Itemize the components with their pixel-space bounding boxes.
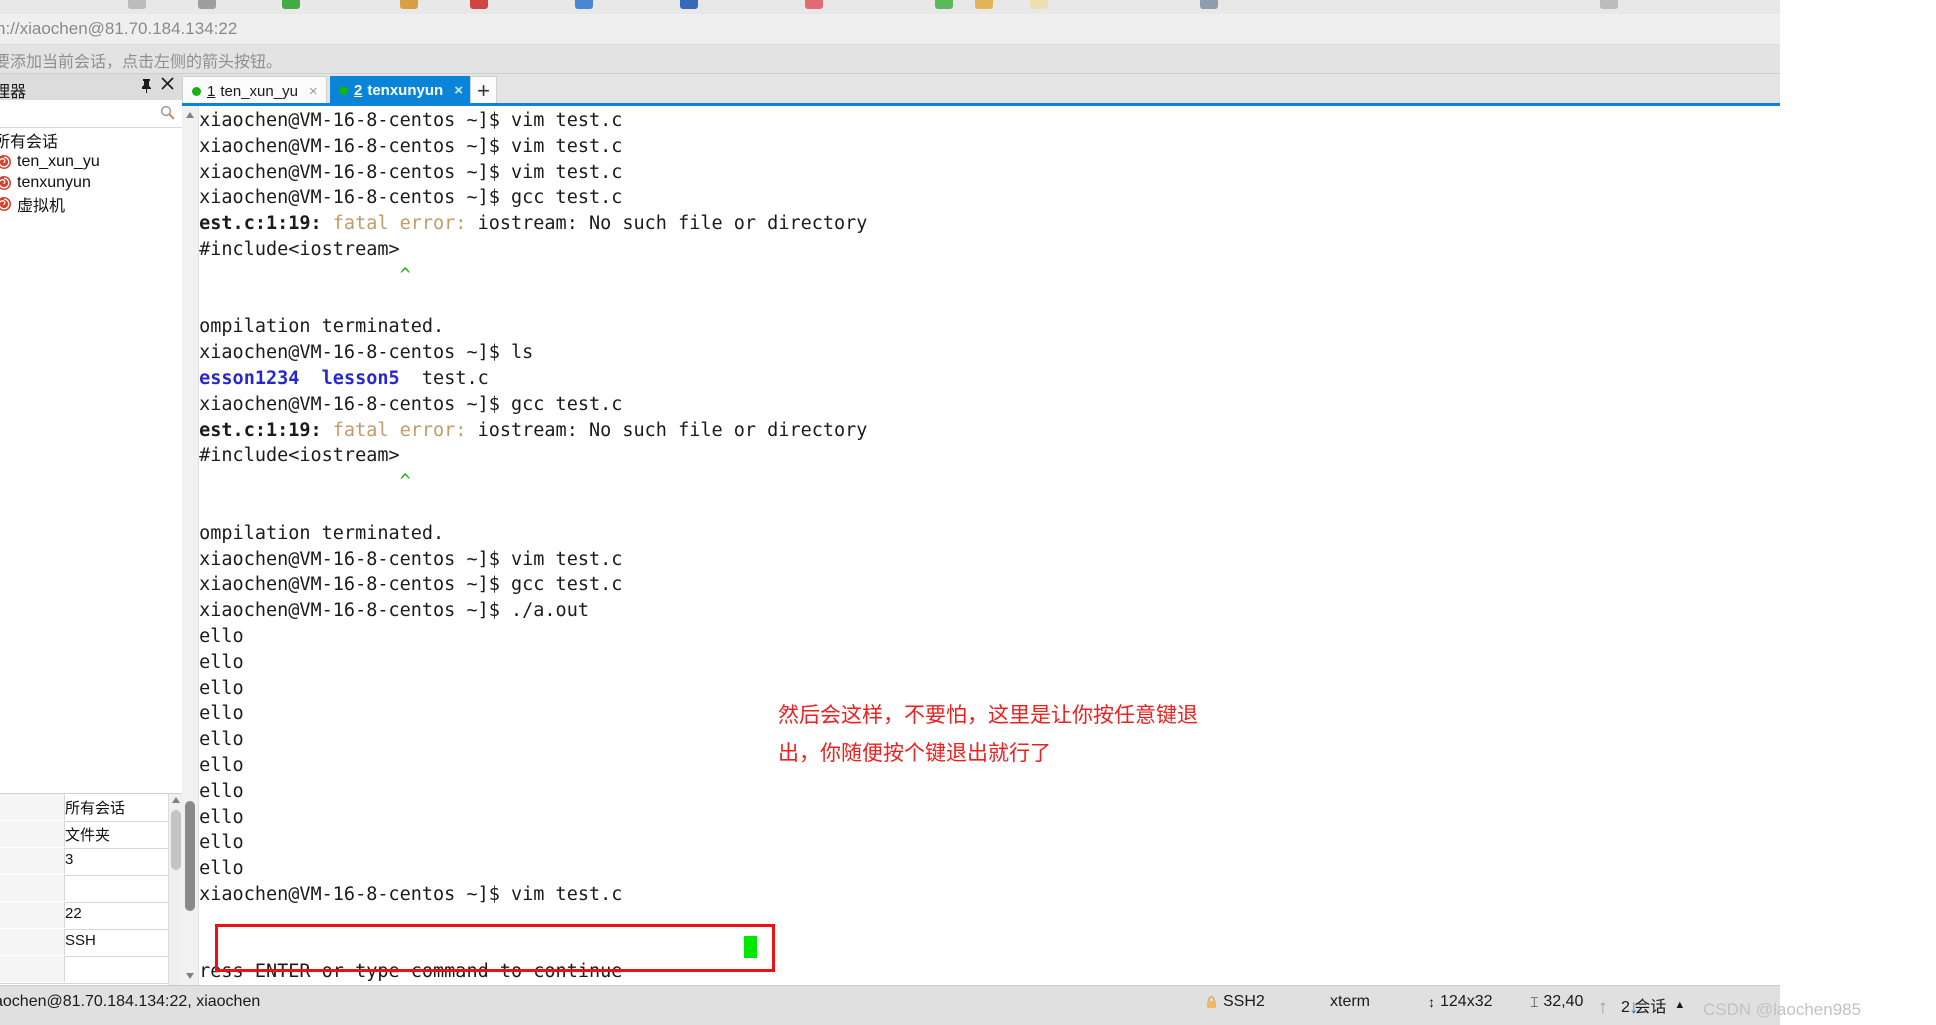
tab-ten_xun_yu[interactable]: 1 ten_xun_yu × <box>182 76 327 105</box>
toolbar-icon[interactable] <box>198 0 216 9</box>
watermark: CSDN @laochen985 <box>1703 1000 1862 1019</box>
terminal-output[interactable]: [xiaochen@VM-16-8-centos ~]$ vim test.c … <box>182 106 1780 985</box>
sidebar-item-label: 虚拟机 <box>17 197 66 215</box>
toolbar-icon[interactable] <box>935 0 953 9</box>
tab-label: tenxunyun <box>367 82 444 99</box>
status-dot-icon <box>339 86 348 95</box>
toolbar-icon[interactable] <box>975 0 993 9</box>
property-value: 22 <box>65 905 82 922</box>
property-value: 所有会话 <box>65 800 126 817</box>
sidebar-item-label: tenxunyun <box>17 173 91 191</box>
arrow-up-icon[interactable]: ↑ <box>1598 997 1608 1019</box>
session-manager-header: 理器 <box>0 74 182 101</box>
status-size-label: 124x32 <box>1440 993 1493 1010</box>
main-toolbar[interactable] <box>0 0 1780 14</box>
status-session-count-label: 2 会话 <box>1621 999 1667 1016</box>
toolbar-icon[interactable] <box>128 0 146 9</box>
status-size: ↕ 124x32 <box>1428 993 1493 1011</box>
property-key <box>0 848 65 874</box>
tab-number: 1 <box>207 82 216 100</box>
session-icon <box>0 154 12 170</box>
sidebar-item-label: ten_xun_yu <box>17 152 100 170</box>
close-icon[interactable] <box>161 77 174 95</box>
address-bar[interactable]: h://xiaochen@81.70.184.134:22 <box>0 14 1780 45</box>
scrollbar-thumb[interactable] <box>171 810 181 870</box>
chevron-up-icon[interactable]: ▲ <box>1674 999 1685 1011</box>
property-key <box>0 929 65 955</box>
sidebar-item-virtual-machine[interactable]: 虚拟机 <box>0 193 66 215</box>
table-row[interactable] <box>0 956 182 984</box>
arrow-down-icon[interactable]: ↓ <box>1629 997 1639 1019</box>
session-icon <box>0 196 12 212</box>
scroll-up-icon[interactable] <box>172 797 180 803</box>
property-value: 3 <box>65 851 74 868</box>
annotation-note: 然后会这样，不要怕，这里是让你按任意键退 出，你随便按个键退出就行了 <box>778 697 1398 773</box>
session-icon <box>0 175 12 191</box>
table-row[interactable] <box>0 875 182 903</box>
property-value: SSH <box>65 932 96 949</box>
tab-label: ten_xun_yu <box>220 82 298 100</box>
tab-close-icon[interactable]: × <box>454 82 463 99</box>
status-protocol-label: SSH2 <box>1223 993 1265 1010</box>
annotation-line-2: 出，你随便按个键退出就行了 <box>778 742 1051 765</box>
hint-text: 要添加当前会话，点击左侧的箭头按钮。 <box>0 54 283 71</box>
toolbar-icon[interactable] <box>282 0 300 9</box>
position-icon: ⌶ <box>1530 993 1539 1010</box>
scrollbar-thumb[interactable] <box>185 801 195 911</box>
session-properties-grid: 所有会话文件夹 3 22 SSH <box>0 793 183 986</box>
tab-tenxunyun[interactable]: 2 tenxunyun × <box>330 76 471 105</box>
tab-number: 2 <box>354 82 363 99</box>
toolbar-icon[interactable] <box>1030 0 1048 9</box>
terminal-scrollbar[interactable] <box>182 106 199 985</box>
hint-bar: 要添加当前会话，点击左侧的箭头按钮。 <box>0 45 1780 74</box>
table-row[interactable]: 文件夹 <box>0 821 182 849</box>
tree-root-label: 所有会话 <box>0 134 59 151</box>
status-protocol: SSH2 <box>1206 993 1265 1011</box>
annotation-line-1: 然后会这样，不要怕，这里是让你按任意键退 <box>778 704 1198 727</box>
tab-close-icon[interactable]: × <box>309 83 318 100</box>
address-text: h://xiaochen@81.70.184.134:22 <box>0 19 238 38</box>
toolbar-icon[interactable] <box>400 0 418 9</box>
status-cursor-position: ⌶ 32,40 <box>1530 993 1583 1011</box>
table-row[interactable]: SSH <box>0 929 182 957</box>
status-position-label: 32,40 <box>1543 993 1584 1010</box>
toolbar-icon[interactable] <box>1200 0 1218 9</box>
session-tree[interactable]: 所有会话 ten_xun_yu tenxunyun 虚拟机 <box>0 128 182 793</box>
toolbar-icon[interactable] <box>1600 0 1618 9</box>
toolbar-icon[interactable] <box>805 0 823 9</box>
table-row[interactable]: 3 <box>0 848 182 876</box>
toolbar-icon[interactable] <box>680 0 698 9</box>
securecrt-window: h://xiaochen@81.70.184.134:22 要添加当前会话，点击… <box>0 0 1780 1025</box>
annotation-highlight-box <box>215 924 775 972</box>
scroll-down-icon[interactable] <box>186 973 194 979</box>
search-icon <box>160 105 175 120</box>
terminal-cursor <box>744 936 757 958</box>
property-key <box>0 875 65 901</box>
session-manager-title: 理器 <box>0 84 27 101</box>
table-row[interactable]: 22 <box>0 902 182 930</box>
property-key <box>0 956 65 982</box>
scroll-up-icon[interactable] <box>186 112 194 118</box>
toolbar-icon[interactable] <box>470 0 488 9</box>
resize-icon: ↕ <box>1428 994 1435 1010</box>
property-key <box>0 902 65 928</box>
properties-scrollbar[interactable] <box>168 794 183 986</box>
terminal-text: [xiaochen@VM-16-8-centos ~]$ vim test.c … <box>188 110 868 983</box>
status-dot-icon <box>192 86 201 96</box>
new-tab-button[interactable]: + <box>470 76 497 105</box>
pin-icon[interactable] <box>140 78 153 97</box>
table-row[interactable]: 所有会话 <box>0 794 182 822</box>
property-key <box>0 821 65 847</box>
session-search-input[interactable] <box>0 100 182 128</box>
lock-icon <box>1206 995 1217 1009</box>
tab-strip: 1 ten_xun_yu × 2 tenxunyun × + <box>182 74 1780 105</box>
status-connection-info: aochen@81.70.184.134:22, xiaochen <box>0 993 261 1010</box>
sidebar-item-ten_xun_yu[interactable]: ten_xun_yu <box>0 151 100 172</box>
property-key <box>0 794 65 820</box>
sidebar-item-tenxunyun[interactable]: tenxunyun <box>0 172 91 193</box>
status-terminal-type: xterm <box>1330 993 1370 1010</box>
toolbar-icon[interactable] <box>575 0 593 9</box>
status-bar: aochen@81.70.184.134:22, xiaochen SSH2 x… <box>0 985 1780 1025</box>
property-value: 文件夹 <box>65 827 111 844</box>
